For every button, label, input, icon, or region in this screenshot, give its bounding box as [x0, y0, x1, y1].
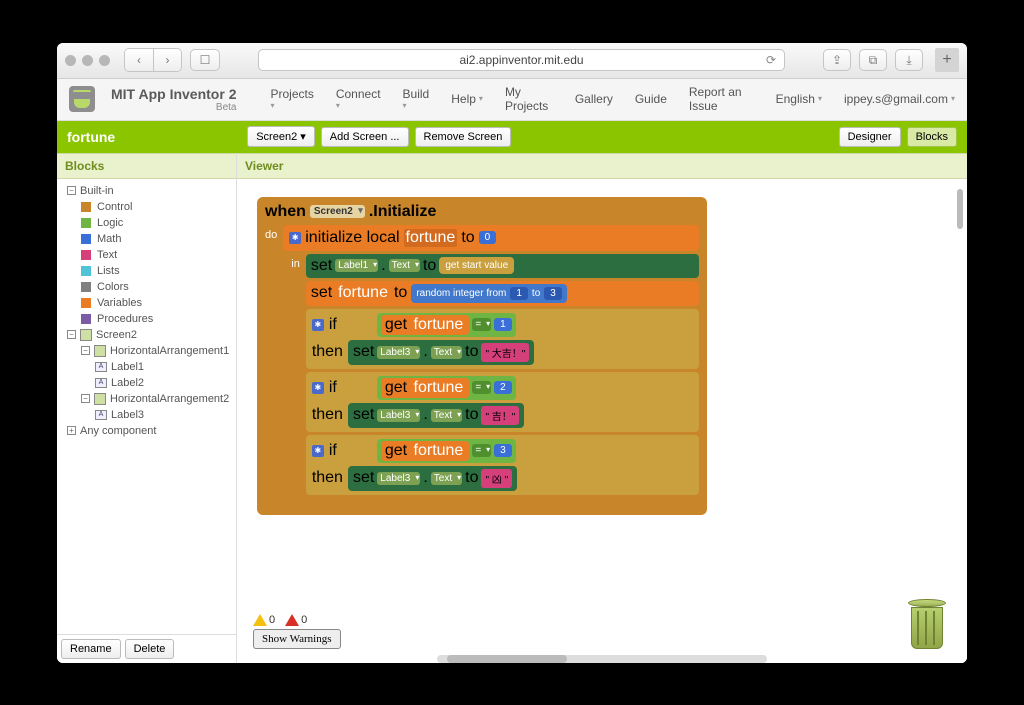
menu-build[interactable]: Build▾	[403, 87, 430, 111]
screen-selector[interactable]: Screen2 ▾	[247, 126, 315, 147]
string-daikichi[interactable]: " 大吉！"	[481, 343, 529, 362]
tree-label3[interactable]: ALabel3	[95, 407, 230, 423]
tree-screen2[interactable]: −Screen2	[67, 327, 230, 343]
share-button[interactable]: ⇪	[823, 49, 851, 71]
tree-label2[interactable]: ALabel2	[95, 375, 230, 391]
clone-button[interactable]: ⧉	[859, 49, 887, 71]
warnings-row: 0 0	[253, 614, 341, 626]
tree-label1[interactable]: ALabel1	[95, 359, 230, 375]
vertical-scrollbar[interactable]	[957, 189, 963, 653]
tree-ha1[interactable]: −HorizontalArrangement1	[81, 343, 230, 359]
set-label1-text[interactable]: set Label1 . Text to get start value	[306, 254, 699, 278]
set-label3-daikichi[interactable]: set Label3 . Text to " 大吉！"	[348, 340, 534, 365]
string-kyou[interactable]: " 凶 "	[481, 469, 512, 488]
compare-eq-1[interactable]: get fortune = 1	[377, 313, 516, 337]
menu-gallery[interactable]: Gallery	[575, 92, 613, 106]
set-label3-kyou[interactable]: set Label3 . Text to " 凶 "	[348, 466, 517, 491]
menu-projects[interactable]: Projects▾	[270, 87, 313, 111]
set-fortune[interactable]: set fortune to random integer from 1 to	[306, 281, 699, 306]
cat-lists[interactable]: Lists	[81, 263, 230, 279]
compare-eq-3[interactable]: get fortune = 3	[377, 439, 516, 463]
browser-titlebar: ‹ › ☐ ai2.appinventor.mit.edu ⟳ ⇪ ⧉ ⤓ +	[57, 43, 967, 79]
appinventor-logo-icon	[69, 86, 95, 112]
horizontal-scrollbar[interactable]	[437, 655, 767, 663]
gear-icon[interactable]	[289, 232, 301, 244]
add-screen-button[interactable]: Add Screen ...	[321, 127, 409, 147]
when-block[interactable]: when Screen2 .Initialize do initialize l…	[257, 197, 707, 515]
app-header: MIT App Inventor 2 Beta Projects▾ Connec…	[57, 79, 967, 121]
warning-icon	[253, 614, 267, 626]
menu-myprojects[interactable]: My Projects	[505, 85, 553, 114]
remove-screen-button[interactable]: Remove Screen	[415, 127, 512, 147]
project-name: fortune	[67, 129, 115, 145]
back-button[interactable]: ‹	[125, 49, 153, 71]
cat-variables[interactable]: Variables	[81, 295, 230, 311]
cat-logic[interactable]: Logic	[81, 215, 230, 231]
if-block-3[interactable]: if get fortune = 3	[306, 435, 699, 495]
url-text: ai2.appinventor.mit.edu	[459, 53, 583, 67]
menu-help[interactable]: Help▾	[451, 92, 483, 106]
gear-icon[interactable]	[312, 319, 324, 331]
download-button[interactable]: ⤓	[895, 49, 923, 71]
rename-button[interactable]: Rename	[61, 639, 121, 659]
init-local-block[interactable]: initialize local fortune to 0	[283, 225, 699, 251]
blocks-sidebar: Blocks −Built-in Control Logic Math Text…	[57, 153, 237, 663]
app-title: MIT App Inventor 2	[111, 86, 236, 102]
tree-any[interactable]: +Any component	[67, 423, 230, 439]
cat-colors[interactable]: Colors	[81, 279, 230, 295]
nav-buttons: ‹ ›	[124, 48, 182, 72]
beta-label: Beta	[111, 102, 236, 113]
blocks-button[interactable]: Blocks	[907, 127, 957, 147]
get-start-value[interactable]: get start value	[439, 257, 514, 274]
main-menu: Projects▾ Connect▾ Build▾ Help▾ My Proje…	[270, 85, 955, 114]
num-zero[interactable]: 0	[479, 231, 497, 244]
designer-button[interactable]: Designer	[839, 127, 901, 147]
blocks-canvas[interactable]: when Screen2 .Initialize do initialize l…	[237, 179, 967, 663]
set-label3-kichi[interactable]: set Label3 . Text to " 吉！"	[348, 403, 524, 428]
gear-icon[interactable]	[312, 382, 324, 394]
compare-eq-2[interactable]: get fortune = 2	[377, 376, 516, 400]
new-tab-button[interactable]: +	[935, 48, 959, 72]
cat-math[interactable]: Math	[81, 231, 230, 247]
menu-connect[interactable]: Connect▾	[336, 87, 381, 111]
cat-control[interactable]: Control	[81, 199, 230, 215]
screen-dropdown[interactable]: Screen2	[310, 205, 365, 218]
if-block-1[interactable]: if get fortune = 1	[306, 309, 699, 369]
url-bar[interactable]: ai2.appinventor.mit.edu ⟳	[258, 49, 785, 71]
cat-text[interactable]: Text	[81, 247, 230, 263]
tree-ha2[interactable]: −HorizontalArrangement2	[81, 391, 230, 407]
menu-language[interactable]: English▾	[776, 92, 822, 106]
tabs-button[interactable]: ☐	[190, 49, 220, 71]
menu-account[interactable]: ippey.s@gmail.com▾	[844, 92, 955, 106]
reload-icon[interactable]: ⟳	[766, 53, 776, 67]
tree-builtin[interactable]: −Built-in	[67, 183, 230, 199]
trash-icon[interactable]	[905, 593, 949, 649]
menu-report[interactable]: Report an Issue	[689, 85, 754, 114]
sidebar-title: Blocks	[57, 153, 236, 179]
delete-button[interactable]: Delete	[125, 639, 175, 659]
if-block-2[interactable]: if get fortune = 2	[306, 372, 699, 432]
cat-procedures[interactable]: Procedures	[81, 311, 230, 327]
error-icon	[285, 614, 299, 626]
forward-button[interactable]: ›	[153, 49, 181, 71]
gear-icon[interactable]	[312, 445, 324, 457]
random-block[interactable]: random integer from 1 to 3	[411, 284, 567, 303]
window-controls[interactable]	[65, 55, 110, 66]
show-warnings-button[interactable]: Show Warnings	[253, 629, 341, 649]
project-bar: fortune Screen2 ▾ Add Screen ... Remove …	[57, 121, 967, 153]
string-kichi[interactable]: " 吉！"	[481, 406, 519, 425]
viewer-title: Viewer	[237, 153, 967, 179]
menu-guide[interactable]: Guide	[635, 92, 667, 106]
